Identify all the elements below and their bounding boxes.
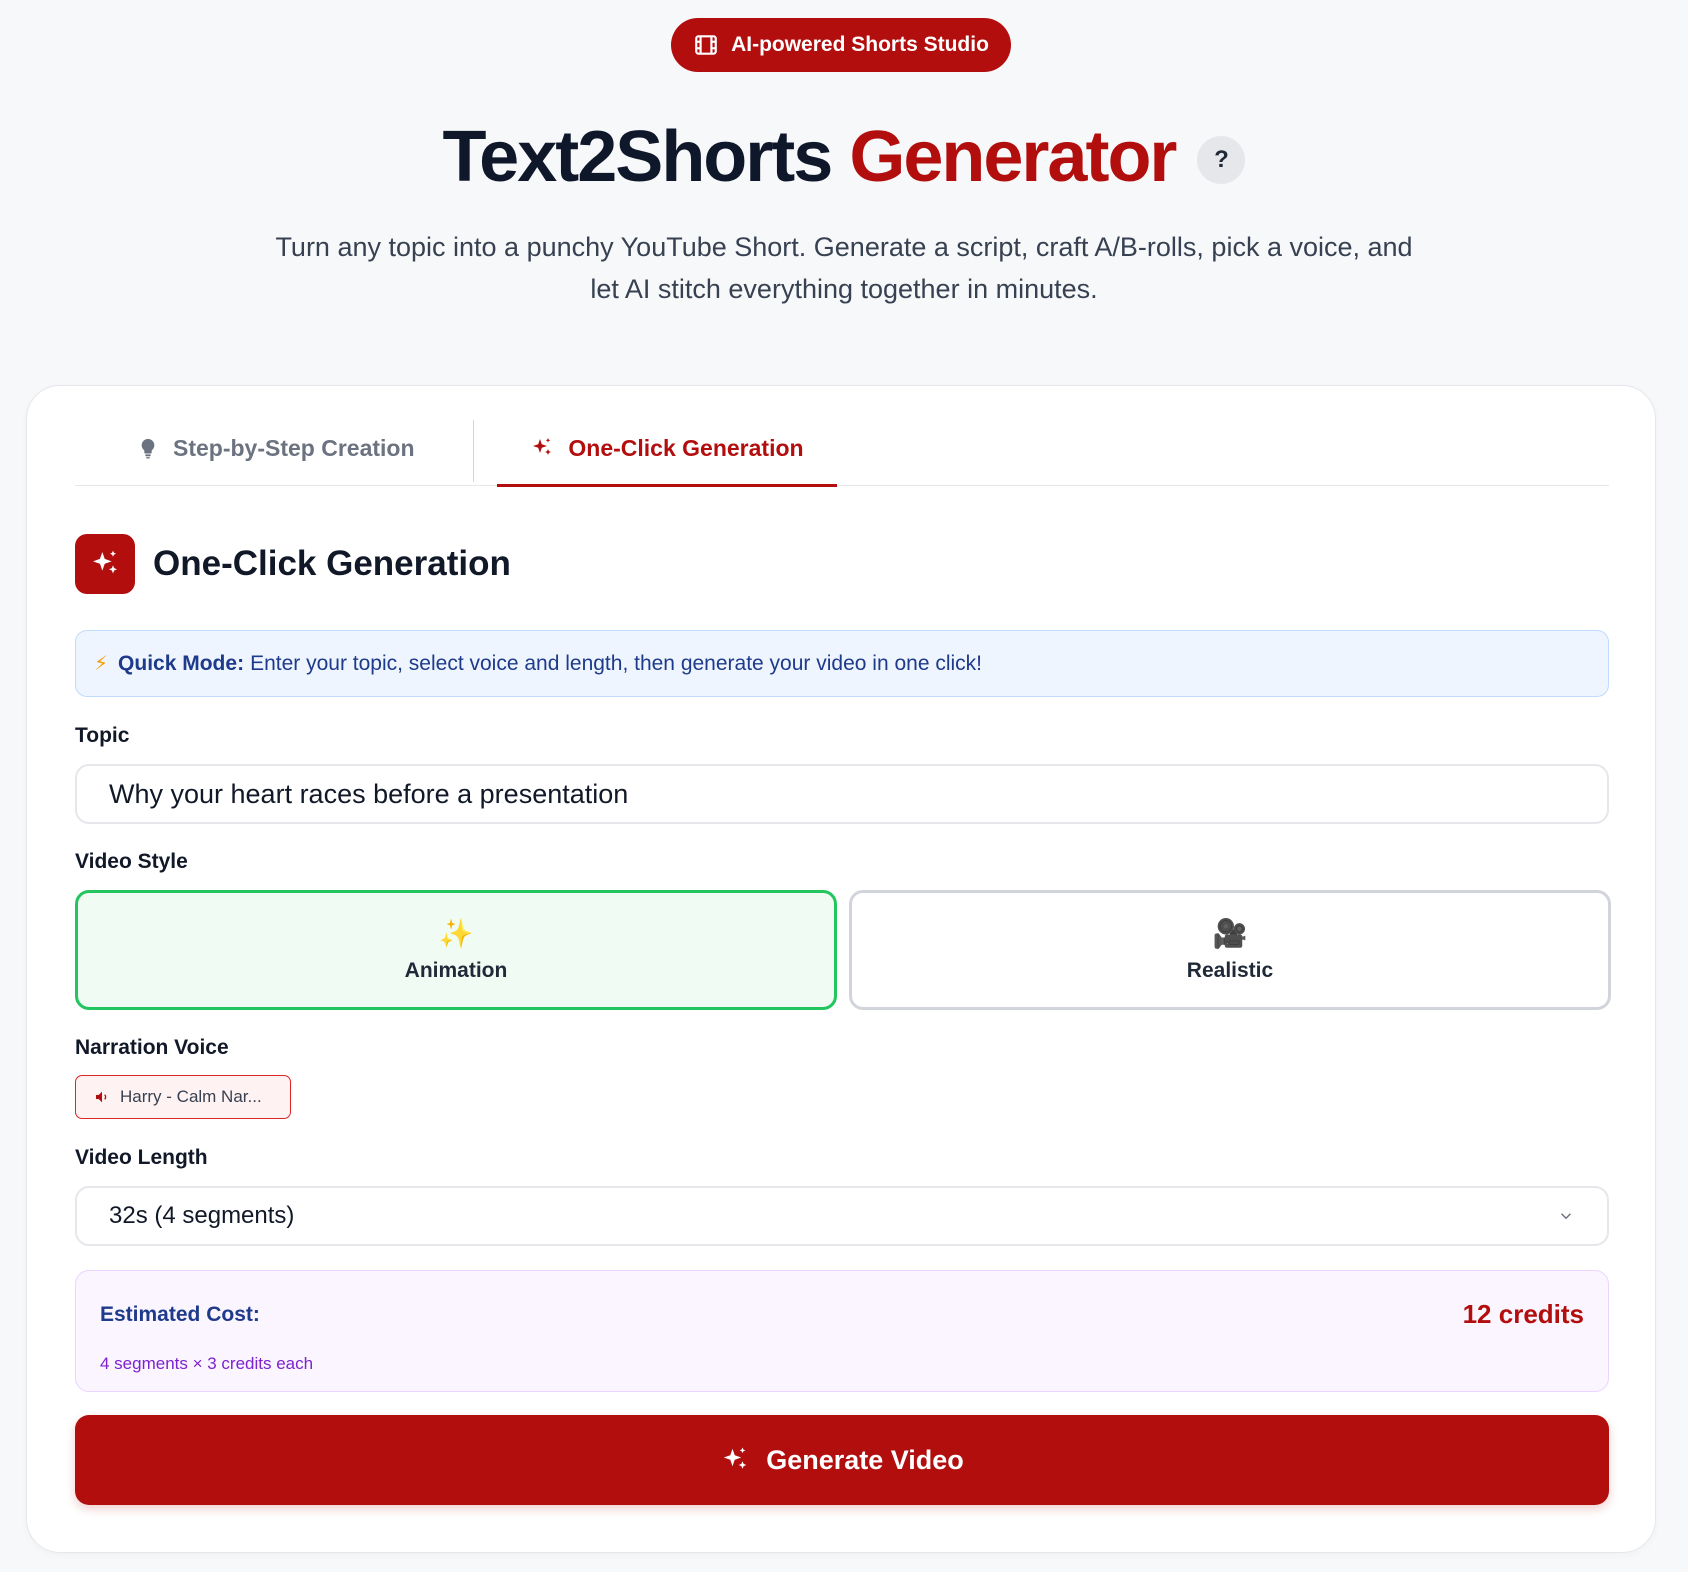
- page-title: Text2Shorts Generator: [442, 116, 1178, 198]
- generate-video-button[interactable]: Generate Video: [75, 1415, 1609, 1505]
- topic-input[interactable]: Why your heart races before a presentati…: [75, 764, 1609, 824]
- video-length-select[interactable]: 32s (4 segments): [75, 1186, 1609, 1246]
- video-length-label: Video Length: [75, 1146, 208, 1169]
- voice-selector[interactable]: Harry - Calm Nar...: [75, 1075, 291, 1119]
- voice-value: Harry - Calm Nar...: [120, 1087, 262, 1106]
- title-accent: Generator: [849, 117, 1177, 197]
- video-length-value: 32s (4 segments): [109, 1202, 295, 1229]
- estimated-cost-box: Estimated Cost: 4 segments × 3 credits e…: [75, 1270, 1609, 1392]
- style-option-animation[interactable]: ✨ Animation: [75, 890, 837, 1010]
- mode-tabs: Step-by-Step Creation One-Click Generati…: [75, 410, 1609, 487]
- help-icon[interactable]: ?: [1197, 136, 1246, 184]
- title-main: Text2Shorts: [442, 117, 834, 197]
- page-subtitle: Turn any topic into a punchy YouTube Sho…: [275, 232, 1413, 304]
- generate-label: Generate Video: [766, 1444, 964, 1475]
- sparkles-icon: ✨: [438, 918, 474, 949]
- tab-divider: [473, 420, 474, 482]
- topic-value: Why your heart races before a presentati…: [109, 778, 629, 809]
- topic-label: Topic: [75, 724, 130, 747]
- studio-badge: AI-powered Shorts Studio: [671, 18, 1011, 72]
- section-title: One-Click Generation: [153, 544, 511, 583]
- sparkles-icon: [723, 1447, 747, 1469]
- sparkles-icon: [533, 438, 552, 455]
- section-header: One-Click Generation: [75, 534, 511, 594]
- section-icon-box: [75, 534, 135, 594]
- narration-voice-label: Narration Voice: [75, 1036, 229, 1059]
- quick-mode-text: Enter your topic, select voice and lengt…: [250, 651, 982, 675]
- film-icon: [695, 35, 717, 55]
- sparkles-icon: [93, 550, 117, 574]
- tab-step-label: Step-by-Step Creation: [173, 434, 415, 461]
- cost-detail: 4 segments × 3 credits each: [100, 1354, 314, 1373]
- style-option-label: Realistic: [1186, 959, 1274, 982]
- lightning-icon: ⚡: [94, 653, 109, 675]
- cost-value: 12 credits: [1462, 1299, 1584, 1329]
- tab-one-click[interactable]: One-Click Generation: [497, 410, 837, 487]
- tab-step-by-step[interactable]: Step-by-Step Creation: [137, 410, 415, 486]
- badge-label: AI-powered Shorts Studio: [731, 33, 989, 56]
- lightbulb-icon: [141, 438, 155, 459]
- page-title-row: Text2Shorts Generator ?: [0, 112, 1688, 202]
- speaker-icon: [96, 1091, 107, 1103]
- tab-one-label: One-Click Generation: [568, 434, 804, 461]
- cost-label: Estimated Cost:: [100, 1303, 260, 1326]
- video-style-label: Video Style: [75, 850, 188, 873]
- style-option-label: Animation: [404, 959, 508, 982]
- quick-mode-info: ⚡ Quick Mode: Enter your topic, select v…: [75, 630, 1609, 697]
- quick-mode-title: Quick Mode:: [118, 651, 245, 675]
- chevron-down-icon: [1560, 1213, 1572, 1220]
- style-option-realistic[interactable]: 🎥 Realistic: [849, 890, 1611, 1010]
- generator-card: Step-by-Step Creation One-Click Generati…: [26, 385, 1656, 1553]
- video-camera-icon: 🎥: [1212, 918, 1248, 949]
